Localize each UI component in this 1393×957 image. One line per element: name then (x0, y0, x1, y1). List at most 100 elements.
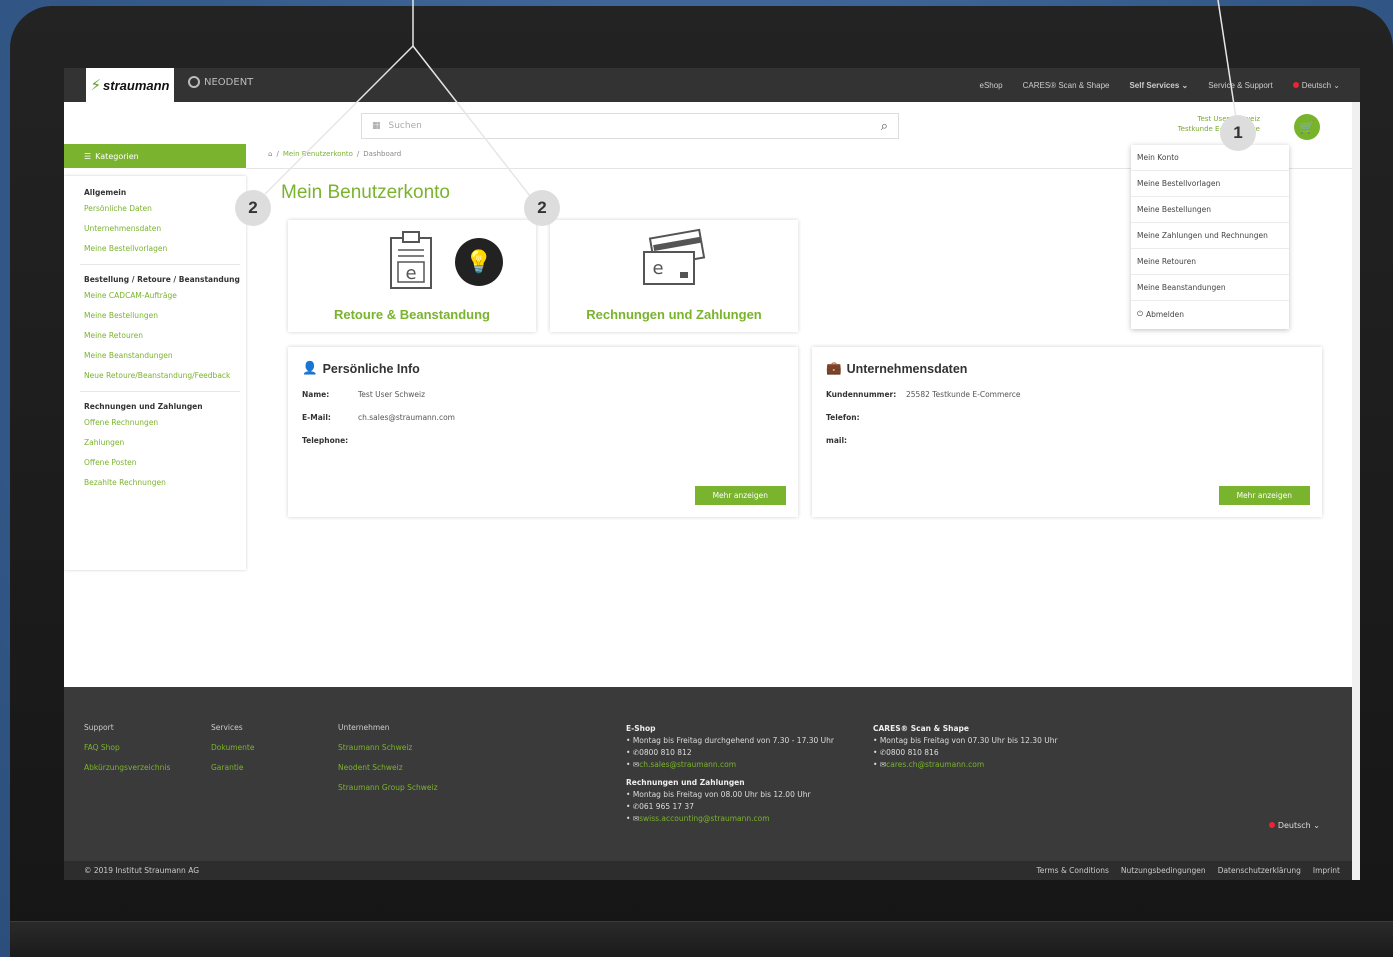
dropdown-item-templates[interactable]: Meine Bestellvorlagen (1131, 171, 1289, 197)
menu-service-support[interactable]: Service & Support (1208, 81, 1272, 90)
sidebar-item-complaints[interactable]: Meine Beanstandungen (84, 351, 246, 361)
dropdown-item-orders[interactable]: Meine Bestellungen (1131, 197, 1289, 223)
chevron-down-icon: ⌄ (1181, 80, 1189, 90)
power-icon: ⏻ (1137, 309, 1143, 318)
footer-link[interactable]: Dokumente (211, 743, 254, 753)
sidebar-item-cadcam[interactable]: Meine CADCAM-Aufträge (84, 291, 246, 301)
info-key: Telefon: (826, 413, 860, 422)
footer-col-services: Services Dokumente Garantie (211, 723, 254, 783)
tile-invoices[interactable]: e Rechnungen und Zahlungen (550, 220, 798, 332)
footer-email[interactable]: ✉cares.ch@straumann.com (873, 759, 1058, 771)
account-dropdown: Mein Konto Meine Bestellvorlagen Meine B… (1131, 145, 1289, 329)
sidebar-item-returns[interactable]: Meine Retouren (84, 331, 246, 341)
legal-usage-link[interactable]: Nutzungsbedingungen (1121, 866, 1206, 875)
search-box[interactable]: ▦ Suchen ⌕ (361, 113, 899, 139)
legal-terms-link[interactable]: Terms & Conditions (1036, 866, 1108, 875)
home-icon[interactable]: ⌂ (268, 150, 272, 158)
grid-icon: ▦ (372, 121, 381, 131)
sidebar-item-company[interactable]: Unternehmensdaten (84, 224, 246, 234)
browser-screen: ⚡ straumann NEODENT eShop CARES® Scan & … (64, 68, 1360, 880)
language-selector[interactable]: Deutsch ⌄ (1292, 81, 1340, 90)
scrollbar[interactable] (1352, 102, 1360, 880)
menu-cares[interactable]: CARES® Scan & Shape (1023, 81, 1110, 90)
dropdown-item-returns[interactable]: Meine Retouren (1131, 249, 1289, 275)
dropdown-item-payments[interactable]: Meine Zahlungen und Rechnungen (1131, 223, 1289, 249)
callout-2-right: 2 (524, 190, 560, 226)
flag-icon (1292, 81, 1299, 88)
info-key: Kundennummer: (826, 390, 897, 399)
info-value: ch.sales@straumann.com (358, 413, 455, 422)
footer: Support FAQ Shop Abkürzungsverzeichnis S… (64, 687, 1360, 861)
top-menu: eShop CARES® Scan & Shape Self Services … (980, 68, 1341, 102)
legal-privacy-link[interactable]: Datenschutzerklärung (1218, 866, 1301, 875)
footer-link[interactable]: FAQ Shop (84, 743, 170, 753)
menu-self-services[interactable]: Self Services ⌄ (1129, 81, 1188, 90)
payment-card-icon: e (643, 228, 706, 285)
info-value: 25582 Testkunde E-Commerce (906, 390, 1021, 399)
breadcrumb-dashboard: Dashboard (363, 150, 402, 158)
sidebar-item-templates[interactable]: Meine Bestellvorlagen (84, 244, 246, 254)
info-row: Kundennummer: 25582 Testkunde E-Commerce (826, 390, 1308, 399)
sidebar-item-paid-invoices[interactable]: Bezahlte Rechnungen (84, 478, 246, 488)
briefcase-icon: 💼 (826, 361, 842, 375)
straumann-logo[interactable]: ⚡ straumann (86, 68, 174, 102)
footer-link[interactable]: Garantie (211, 763, 254, 773)
sidebar-item-payments[interactable]: Zahlungen (84, 438, 246, 448)
dropdown-item-complaints[interactable]: Meine Beanstandungen (1131, 275, 1289, 301)
footer-language-selector[interactable]: Deutsch ⌄ (1268, 821, 1320, 830)
sidebar-divider (80, 264, 240, 265)
breadcrumb-sep: / (276, 150, 279, 158)
sidebar-item-open-items[interactable]: Offene Posten (84, 458, 246, 468)
info-key: Telephone: (302, 436, 349, 445)
search-icon[interactable]: ⌕ (881, 119, 888, 134)
categories-button[interactable]: ☰ Kategorien (64, 144, 246, 168)
svg-text:e: e (405, 263, 416, 284)
dropdown-item-account[interactable]: Mein Konto (1131, 145, 1289, 171)
company-info-heading: Unternehmensdaten (846, 361, 968, 376)
tile-returns[interactable]: e 💡 Retoure & Beanstandung (288, 220, 536, 332)
footer-link[interactable]: Neodent Schweiz (338, 763, 438, 773)
footer-hours: Montag bis Freitag durchgehend von 7.30 … (626, 735, 834, 747)
breadcrumb-account[interactable]: Mein Benutzerkonto (283, 150, 353, 158)
footer-link[interactable]: Abkürzungsverzeichnis (84, 763, 170, 773)
cart-icon[interactable]: 🛒 (1294, 114, 1320, 140)
clipboard-icon: e (390, 231, 432, 289)
footer-link[interactable]: Straumann Group Schweiz (338, 783, 438, 793)
personal-more-button[interactable]: Mehr anzeigen (694, 486, 786, 505)
info-row: E-Mail: ch.sales@straumann.com (302, 413, 784, 422)
sidebar-item-orders[interactable]: Meine Bestellungen (84, 311, 246, 321)
footer-cares-contact: CARES® Scan & Shape Montag bis Freitag v… (873, 723, 1058, 771)
footer-email[interactable]: ✉swiss.accounting@straumann.com (626, 813, 834, 825)
tile-returns-label: Retoure & Beanstandung (333, 307, 490, 322)
info-key: Name: (302, 390, 330, 399)
footer-email[interactable]: ✉ch.sales@straumann.com (626, 759, 834, 771)
dropdown-item-logout[interactable]: ⏻ Abmelden (1131, 301, 1289, 327)
email-link[interactable]: swiss.accounting@straumann.com (639, 814, 769, 823)
footer-heading: Services (211, 723, 243, 732)
footer-phone: ✆0800 810 816 (873, 747, 1058, 759)
info-key: mail: (826, 436, 848, 445)
neodent-logo[interactable]: NEODENT (188, 76, 253, 88)
personal-info-title: 👤 Persönliche Info (302, 361, 784, 376)
sidebar-item-open-invoices[interactable]: Offene Rechnungen (84, 418, 246, 428)
top-navigation: ⚡ straumann NEODENT eShop CARES® Scan & … (64, 68, 1360, 102)
footer-heading: Rechnungen und Zahlungen (626, 778, 745, 787)
info-row: mail: (826, 436, 1308, 445)
footer-link[interactable]: Straumann Schweiz (338, 743, 438, 753)
company-more-button[interactable]: Mehr anzeigen (1218, 486, 1310, 505)
legal-imprint-link[interactable]: Imprint (1313, 866, 1340, 875)
company-info-card: 💼 Unternehmensdaten Kundennummer: 25582 Te… (812, 347, 1322, 517)
legal-links: Terms & Conditions Nutzungsbedingungen D… (1036, 866, 1340, 875)
search-input[interactable]: Suchen (389, 121, 881, 131)
sidebar: Allgemein Persönliche Daten Unternehmens… (64, 176, 246, 570)
personal-info-card: 👤 Persönliche Info Name: Test User Schweiz… (288, 347, 798, 517)
logo-text: straumann (103, 77, 170, 93)
email-link[interactable]: cares.ch@straumann.com (886, 760, 984, 769)
sidebar-item-personal[interactable]: Persönliche Daten (84, 204, 246, 214)
logo-mark-icon: ⚡ (90, 76, 102, 94)
sidebar-item-new-return[interactable]: Neue Retoure/Beanstandung/Feedback (84, 371, 246, 381)
email-link[interactable]: ch.sales@straumann.com (639, 760, 736, 769)
logout-label: Abmelden (1145, 309, 1184, 319)
laptop-base (10, 921, 1393, 957)
menu-eshop[interactable]: eShop (980, 81, 1003, 90)
